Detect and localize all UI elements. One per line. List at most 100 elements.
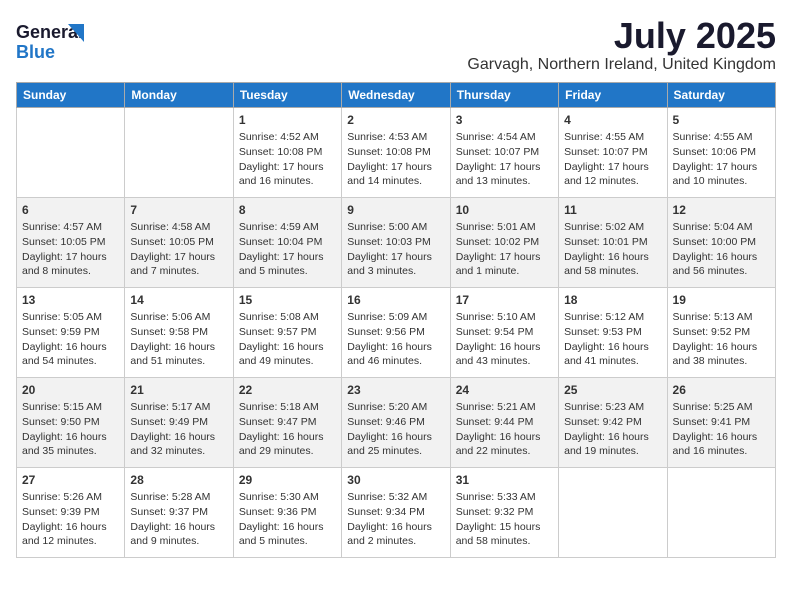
day-number: 23	[347, 382, 444, 399]
calendar-cell: 18Sunrise: 5:12 AM Sunset: 9:53 PM Dayli…	[559, 287, 667, 377]
calendar-cell: 9Sunrise: 5:00 AM Sunset: 10:03 PM Dayli…	[342, 197, 450, 287]
day-number: 13	[22, 292, 119, 309]
day-number: 17	[456, 292, 553, 309]
cell-content: Sunrise: 5:13 AM Sunset: 9:52 PM Dayligh…	[673, 310, 770, 369]
weekday-header: Saturday	[667, 82, 775, 107]
cell-content: Sunrise: 5:18 AM Sunset: 9:47 PM Dayligh…	[239, 400, 336, 459]
calendar-cell: 2Sunrise: 4:53 AM Sunset: 10:08 PM Dayli…	[342, 107, 450, 197]
cell-content: Sunrise: 5:10 AM Sunset: 9:54 PM Dayligh…	[456, 310, 553, 369]
day-number: 9	[347, 202, 444, 219]
cell-content: Sunrise: 5:02 AM Sunset: 10:01 PM Daylig…	[564, 220, 661, 279]
cell-content: Sunrise: 5:12 AM Sunset: 9:53 PM Dayligh…	[564, 310, 661, 369]
calendar-cell: 5Sunrise: 4:55 AM Sunset: 10:06 PM Dayli…	[667, 107, 775, 197]
day-number: 1	[239, 112, 336, 129]
calendar-cell	[667, 467, 775, 557]
calendar-cell	[125, 107, 233, 197]
calendar-week-row: 1Sunrise: 4:52 AM Sunset: 10:08 PM Dayli…	[17, 107, 776, 197]
month-title: July 2025	[467, 16, 776, 56]
weekday-header: Wednesday	[342, 82, 450, 107]
day-number: 5	[673, 112, 770, 129]
title-block: July 2025 Garvagh, Northern Ireland, Uni…	[467, 16, 776, 74]
calendar-week-row: 13Sunrise: 5:05 AM Sunset: 9:59 PM Dayli…	[17, 287, 776, 377]
day-number: 2	[347, 112, 444, 129]
calendar-cell: 24Sunrise: 5:21 AM Sunset: 9:44 PM Dayli…	[450, 377, 558, 467]
calendar-cell: 30Sunrise: 5:32 AM Sunset: 9:34 PM Dayli…	[342, 467, 450, 557]
calendar-table: SundayMondayTuesdayWednesdayThursdayFrid…	[16, 82, 776, 558]
cell-content: Sunrise: 4:55 AM Sunset: 10:07 PM Daylig…	[564, 130, 661, 189]
cell-content: Sunrise: 5:04 AM Sunset: 10:00 PM Daylig…	[673, 220, 770, 279]
weekday-header: Monday	[125, 82, 233, 107]
svg-text:Blue: Blue	[16, 42, 55, 62]
weekday-header-row: SundayMondayTuesdayWednesdayThursdayFrid…	[17, 82, 776, 107]
calendar-cell: 29Sunrise: 5:30 AM Sunset: 9:36 PM Dayli…	[233, 467, 341, 557]
cell-content: Sunrise: 4:59 AM Sunset: 10:04 PM Daylig…	[239, 220, 336, 279]
day-number: 6	[22, 202, 119, 219]
cell-content: Sunrise: 5:01 AM Sunset: 10:02 PM Daylig…	[456, 220, 553, 279]
logo-icon: General Blue	[16, 16, 86, 66]
cell-content: Sunrise: 5:09 AM Sunset: 9:56 PM Dayligh…	[347, 310, 444, 369]
calendar-cell: 11Sunrise: 5:02 AM Sunset: 10:01 PM Dayl…	[559, 197, 667, 287]
calendar-cell: 17Sunrise: 5:10 AM Sunset: 9:54 PM Dayli…	[450, 287, 558, 377]
day-number: 31	[456, 472, 553, 489]
day-number: 22	[239, 382, 336, 399]
cell-content: Sunrise: 5:21 AM Sunset: 9:44 PM Dayligh…	[456, 400, 553, 459]
calendar-cell: 8Sunrise: 4:59 AM Sunset: 10:04 PM Dayli…	[233, 197, 341, 287]
calendar-week-row: 27Sunrise: 5:26 AM Sunset: 9:39 PM Dayli…	[17, 467, 776, 557]
calendar-cell: 16Sunrise: 5:09 AM Sunset: 9:56 PM Dayli…	[342, 287, 450, 377]
day-number: 16	[347, 292, 444, 309]
calendar-cell: 23Sunrise: 5:20 AM Sunset: 9:46 PM Dayli…	[342, 377, 450, 467]
weekday-header: Thursday	[450, 82, 558, 107]
calendar-cell: 14Sunrise: 5:06 AM Sunset: 9:58 PM Dayli…	[125, 287, 233, 377]
calendar-cell: 25Sunrise: 5:23 AM Sunset: 9:42 PM Dayli…	[559, 377, 667, 467]
calendar-cell: 1Sunrise: 4:52 AM Sunset: 10:08 PM Dayli…	[233, 107, 341, 197]
day-number: 15	[239, 292, 336, 309]
cell-content: Sunrise: 5:25 AM Sunset: 9:41 PM Dayligh…	[673, 400, 770, 459]
weekday-header: Sunday	[17, 82, 125, 107]
calendar-cell: 28Sunrise: 5:28 AM Sunset: 9:37 PM Dayli…	[125, 467, 233, 557]
location-title: Garvagh, Northern Ireland, United Kingdo…	[467, 56, 776, 74]
weekday-header: Tuesday	[233, 82, 341, 107]
cell-content: Sunrise: 5:05 AM Sunset: 9:59 PM Dayligh…	[22, 310, 119, 369]
cell-content: Sunrise: 5:00 AM Sunset: 10:03 PM Daylig…	[347, 220, 444, 279]
cell-content: Sunrise: 5:26 AM Sunset: 9:39 PM Dayligh…	[22, 490, 119, 549]
day-number: 29	[239, 472, 336, 489]
calendar-week-row: 20Sunrise: 5:15 AM Sunset: 9:50 PM Dayli…	[17, 377, 776, 467]
cell-content: Sunrise: 5:08 AM Sunset: 9:57 PM Dayligh…	[239, 310, 336, 369]
cell-content: Sunrise: 4:58 AM Sunset: 10:05 PM Daylig…	[130, 220, 227, 279]
cell-content: Sunrise: 5:06 AM Sunset: 9:58 PM Dayligh…	[130, 310, 227, 369]
calendar-cell: 31Sunrise: 5:33 AM Sunset: 9:32 PM Dayli…	[450, 467, 558, 557]
calendar-cell: 13Sunrise: 5:05 AM Sunset: 9:59 PM Dayli…	[17, 287, 125, 377]
calendar-cell: 27Sunrise: 5:26 AM Sunset: 9:39 PM Dayli…	[17, 467, 125, 557]
day-number: 28	[130, 472, 227, 489]
day-number: 20	[22, 382, 119, 399]
cell-content: Sunrise: 5:30 AM Sunset: 9:36 PM Dayligh…	[239, 490, 336, 549]
calendar-cell: 3Sunrise: 4:54 AM Sunset: 10:07 PM Dayli…	[450, 107, 558, 197]
cell-content: Sunrise: 5:20 AM Sunset: 9:46 PM Dayligh…	[347, 400, 444, 459]
calendar-cell: 12Sunrise: 5:04 AM Sunset: 10:00 PM Dayl…	[667, 197, 775, 287]
day-number: 12	[673, 202, 770, 219]
day-number: 3	[456, 112, 553, 129]
cell-content: Sunrise: 5:28 AM Sunset: 9:37 PM Dayligh…	[130, 490, 227, 549]
day-number: 25	[564, 382, 661, 399]
calendar-cell	[559, 467, 667, 557]
calendar-cell: 21Sunrise: 5:17 AM Sunset: 9:49 PM Dayli…	[125, 377, 233, 467]
day-number: 14	[130, 292, 227, 309]
cell-content: Sunrise: 5:23 AM Sunset: 9:42 PM Dayligh…	[564, 400, 661, 459]
day-number: 7	[130, 202, 227, 219]
day-number: 18	[564, 292, 661, 309]
day-number: 26	[673, 382, 770, 399]
calendar-cell: 20Sunrise: 5:15 AM Sunset: 9:50 PM Dayli…	[17, 377, 125, 467]
cell-content: Sunrise: 4:54 AM Sunset: 10:07 PM Daylig…	[456, 130, 553, 189]
day-number: 21	[130, 382, 227, 399]
day-number: 27	[22, 472, 119, 489]
day-number: 8	[239, 202, 336, 219]
calendar-cell: 22Sunrise: 5:18 AM Sunset: 9:47 PM Dayli…	[233, 377, 341, 467]
calendar-cell: 15Sunrise: 5:08 AM Sunset: 9:57 PM Dayli…	[233, 287, 341, 377]
calendar-week-row: 6Sunrise: 4:57 AM Sunset: 10:05 PM Dayli…	[17, 197, 776, 287]
calendar-cell: 4Sunrise: 4:55 AM Sunset: 10:07 PM Dayli…	[559, 107, 667, 197]
cell-content: Sunrise: 4:52 AM Sunset: 10:08 PM Daylig…	[239, 130, 336, 189]
day-number: 4	[564, 112, 661, 129]
day-number: 30	[347, 472, 444, 489]
calendar-cell	[17, 107, 125, 197]
cell-content: Sunrise: 4:55 AM Sunset: 10:06 PM Daylig…	[673, 130, 770, 189]
